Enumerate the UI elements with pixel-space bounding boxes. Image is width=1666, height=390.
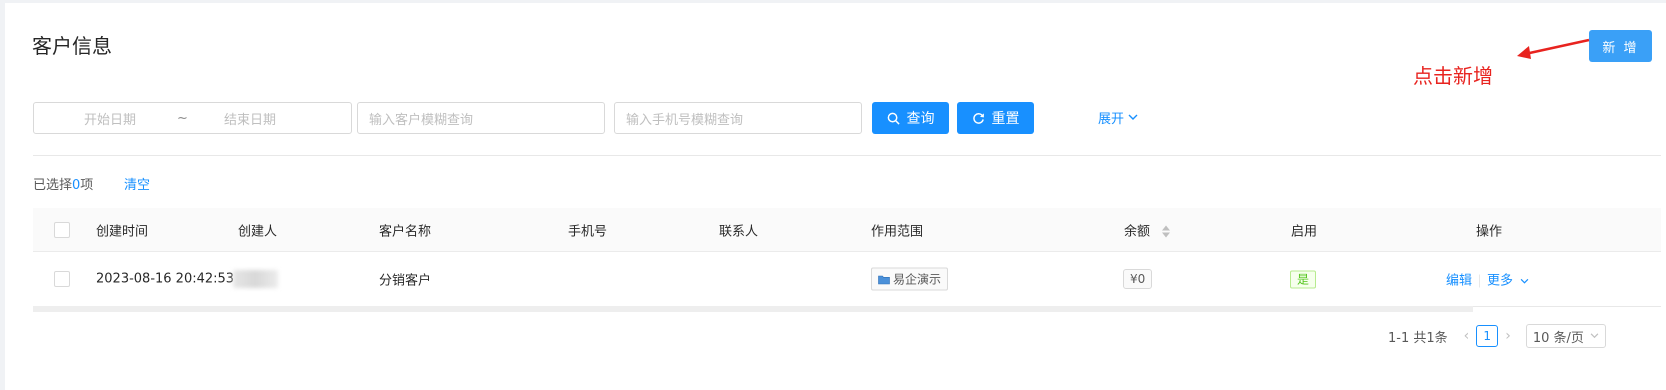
search-button-label: 查询 (906, 111, 935, 127)
edit-link[interactable]: 编辑 (1446, 274, 1472, 289)
folder-icon (878, 275, 890, 284)
pagination-summary: 1-1 共1条 (1388, 330, 1448, 346)
customer-search-input[interactable]: 输入客户模糊查询 (357, 102, 605, 134)
column-header-phone: 手机号 (568, 224, 608, 239)
page-title: 客户信息 (32, 34, 112, 58)
filter-divider (33, 155, 1661, 156)
clear-selection-link[interactable]: 清空 (124, 174, 150, 193)
page-size-label: 10 条/页 (1532, 330, 1584, 346)
enabled-badge: 是 (1290, 270, 1317, 289)
balance-header-label: 余额 (1124, 224, 1151, 239)
more-dropdown[interactable]: 更多 (1487, 274, 1529, 289)
start-date-input[interactable]: 开始日期 (84, 109, 136, 128)
expand-label: 展开 (1098, 112, 1125, 127)
chevron-down-icon (1128, 114, 1138, 120)
customer-name-cell: 分销客户 (379, 273, 432, 289)
scope-cell: 易企演示 (871, 267, 949, 291)
selection-suffix: 项 (80, 178, 94, 193)
selection-info: 已选择0项 (33, 174, 93, 193)
balance-cell: ¥0 (1123, 269, 1153, 289)
sort-icon[interactable] (1162, 225, 1171, 238)
main-panel: 客户信息 新 增 点击新增 开始日期 ~ 结束日期 输入客户模糊查询 输入手机号… (5, 3, 1666, 390)
page-size-select[interactable]: 10 条/页 (1525, 324, 1606, 348)
column-header-scope: 作用范围 (871, 224, 924, 239)
enabled-cell: 是 (1290, 270, 1317, 289)
search-icon (887, 112, 900, 125)
range-separator: ~ (177, 110, 188, 126)
scope-tag: 易企演示 (871, 267, 949, 291)
column-header-creator: 创建人 (238, 224, 278, 239)
column-header-customer-name: 客户名称 (379, 224, 432, 239)
blurred-creator-name (233, 270, 278, 288)
action-divider (1479, 274, 1481, 288)
created-at-cell: 2023-08-16 20:42:53 (96, 271, 235, 287)
new-button[interactable]: 新 增 (1589, 30, 1652, 62)
selection-prefix: 已选择 (33, 178, 73, 193)
column-header-balance[interactable]: 余额 (1124, 220, 1171, 239)
horizontal-scrollbar[interactable] (33, 306, 1473, 312)
row-checkbox[interactable] (54, 271, 70, 287)
search-button[interactable]: 查询 (872, 102, 949, 134)
chevron-down-icon (1520, 278, 1529, 284)
end-date-input[interactable]: 结束日期 (224, 109, 276, 128)
annotation-text: 点击新增 (1413, 64, 1493, 88)
column-header-actions: 操作 (1476, 224, 1503, 239)
chevron-down-icon (1590, 333, 1599, 339)
reset-button-label: 重置 (991, 111, 1020, 127)
actions-cell: 编辑 更多 (1446, 270, 1529, 289)
select-all-checkbox[interactable] (54, 221, 70, 238)
column-header-created-at: 创建时间 (96, 224, 149, 239)
reset-button[interactable]: 重置 (957, 102, 1034, 134)
table-header: 创建时间 创建人 客户名称 手机号 联系人 作用范围 余额 启用 操作 (33, 208, 1661, 252)
creator-cell (233, 270, 278, 288)
next-page-icon[interactable]: › (1505, 328, 1511, 344)
reload-icon (972, 112, 984, 124)
prev-page-icon[interactable]: ‹ (1464, 328, 1470, 344)
scope-label: 易企演示 (893, 272, 942, 287)
pagination: 1-1 共1条 ‹ 1 › 10 条/页 (1388, 324, 1606, 348)
expand-toggle[interactable]: 展开 (1098, 108, 1138, 127)
column-header-contact: 联系人 (719, 224, 759, 239)
table-row: 2023-08-16 20:42:53 分销客户 易企演示 ¥0 是 编辑 更多 (33, 252, 1661, 307)
page-number-button[interactable]: 1 (1476, 325, 1499, 347)
balance-tag: ¥0 (1123, 269, 1153, 289)
phone-search-input[interactable]: 输入手机号模糊查询 (614, 102, 862, 134)
column-header-enabled: 启用 (1291, 224, 1318, 239)
more-label: 更多 (1487, 273, 1514, 289)
date-range-picker[interactable]: 开始日期 ~ 结束日期 (33, 102, 352, 134)
annotation-arrow-icon (1517, 38, 1590, 59)
